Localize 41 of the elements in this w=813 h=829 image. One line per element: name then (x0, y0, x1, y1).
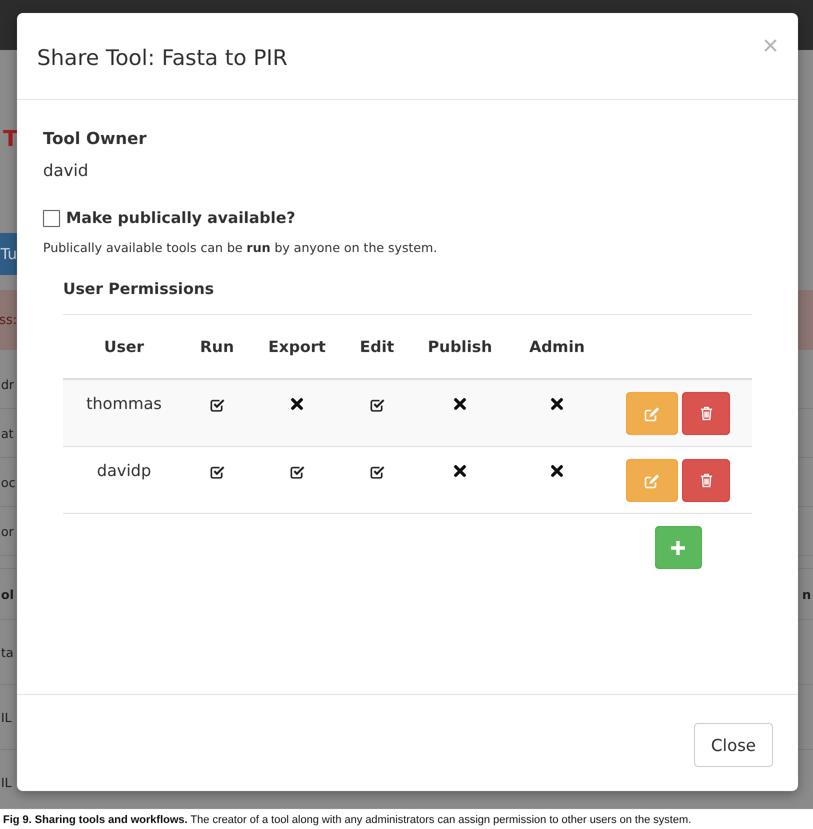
column-header: Export (268, 338, 326, 356)
close-icon (764, 39, 777, 52)
background-list-text: at (0, 426, 14, 440)
add-button[interactable] (654, 526, 702, 569)
section-title: User Permissions (63, 280, 752, 315)
column-header: User (104, 338, 144, 356)
background-table-heading: ol (0, 586, 14, 602)
background-list-text: dr (0, 376, 14, 392)
pencil-square-icon (644, 472, 660, 488)
close-button[interactable]: Close (694, 723, 773, 767)
column-header: Admin (529, 338, 585, 356)
user-name: davidp (96, 461, 152, 481)
edit-button[interactable] (626, 459, 678, 502)
column-header: Edit (360, 338, 394, 356)
background-table-text: IL (0, 710, 12, 724)
column-header: Run (200, 338, 234, 356)
owner-label: Tool Owner (43, 128, 148, 150)
background-alert: ss: (0, 290, 17, 350)
column-header: Publish (428, 338, 492, 356)
pencil-square-icon (644, 406, 660, 422)
background-list-text: oc (0, 474, 16, 490)
background-table-text: ta (0, 644, 14, 660)
public-checkbox[interactable] (43, 210, 60, 226)
background-logo-text: T (2, 129, 18, 151)
delete-button[interactable] (682, 392, 730, 435)
public-checkbox-label: Make publically available? (66, 209, 296, 227)
close-button[interactable] (764, 39, 777, 52)
background-list-text: or (0, 524, 14, 538)
plus-icon (671, 540, 685, 554)
edit-button[interactable] (626, 392, 678, 435)
trash-icon (700, 406, 712, 421)
trash-icon (700, 473, 712, 488)
help-text: Publically available tools can be run by anyone on the system. (43, 239, 438, 256)
background-table-text: IL (0, 774, 12, 790)
owner-name: david (43, 160, 90, 182)
figure-caption: Fig 9. Sharing tools and workflows. The creator of a tool along with any administrators can assign permission to other users on the system. (2, 813, 692, 827)
user-name: thommas (86, 394, 162, 414)
background-alert (797, 290, 813, 350)
dialog-title: Share Tool: Fasta to PIR (37, 46, 288, 70)
background-table-heading: n (801, 586, 812, 602)
delete-button[interactable] (682, 459, 730, 502)
